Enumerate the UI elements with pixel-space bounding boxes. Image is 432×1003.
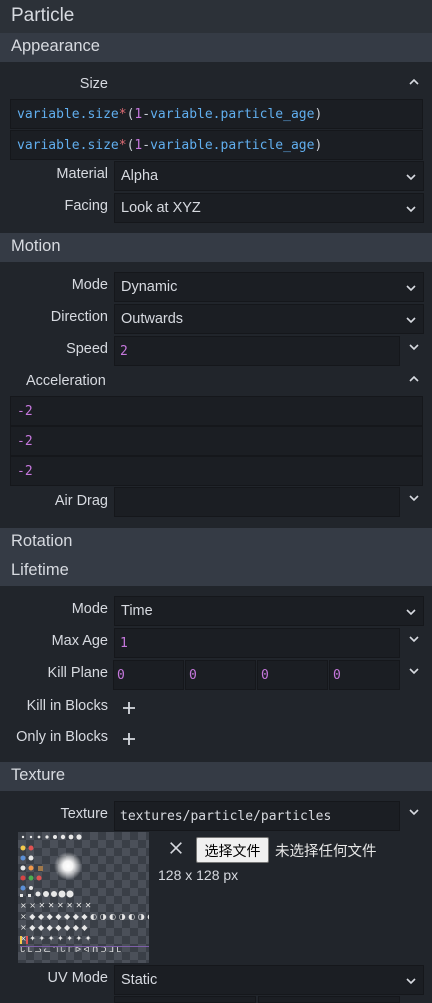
- motion-mode-select[interactable]: Dynamic: [114, 272, 424, 302]
- svg-text:× × ✕ ✕ ✕ ✕ ✕ ✕: × × ✕ ✕ ✕ ✕ ✕ ✕: [20, 901, 91, 910]
- svg-text:× ✦ ✦ ✦ ✦ ✦ ✦ ✦: × ✦ ✦ ✦ ✦ ✦ ✦ ✦: [20, 934, 92, 943]
- kill-plane-c-input[interactable]: 0: [257, 660, 328, 690]
- panel-title: Particle: [0, 0, 432, 33]
- size-y-input[interactable]: variable.size*(1-variable.particle_age): [10, 130, 423, 160]
- close-icon[interactable]: [168, 840, 186, 858]
- acceleration-z-value: -2: [17, 464, 33, 479]
- chevron-down-icon: [403, 973, 419, 989]
- section-appearance[interactable]: Appearance: [0, 33, 432, 62]
- uv-size-x-input[interactable]: [114, 996, 256, 1003]
- expr-token: variable.particle_age: [150, 107, 315, 122]
- only-in-blocks-label: Only in Blocks: [16, 729, 108, 745]
- uv-mode-label: UV Mode: [47, 970, 108, 986]
- chevron-down-icon[interactable]: [406, 631, 422, 647]
- facing-value: Look at XYZ: [121, 200, 201, 216]
- texture-preview[interactable]: × × ✕ ✕ ✕ ✕ ✕ ✕ × ◆ ◆ ◆ ◆ ◆ ◆ ◆ ◐ ◑ ◐ ◑ …: [18, 832, 149, 963]
- particle-atlas-image: × × ✕ ✕ ✕ ✕ ✕ ✕ × ◆ ◆ ◆ ◆ ◆ ◆ ◆ ◐ ◑ ◐ ◑ …: [20, 834, 149, 954]
- facing-select[interactable]: Look at XYZ: [114, 193, 424, 223]
- kill-plane-c-value: 0: [261, 668, 269, 683]
- expr-token: -: [142, 138, 151, 153]
- acceleration-x-value: -2: [17, 404, 33, 419]
- direction-label: Direction: [50, 309, 108, 325]
- no-file-text: 未选择任何文件: [275, 844, 377, 860]
- chevron-down-icon[interactable]: [406, 339, 422, 355]
- choose-file-button[interactable]: 选择文件: [196, 837, 269, 863]
- material-label: Material: [56, 166, 108, 182]
- texture-path-input[interactable]: textures/particle/particles: [114, 801, 400, 831]
- kill-plane-b-value: 0: [189, 668, 197, 683]
- expr-token: variable.size: [17, 138, 119, 153]
- kill-plane-label: Kill Plane: [47, 665, 108, 681]
- air-drag-label: Air Drag: [54, 493, 108, 509]
- kill-plane-a-value: 0: [117, 668, 125, 683]
- texture-path-value: textures/particle/particles: [120, 809, 332, 824]
- chevron-down-icon[interactable]: [406, 804, 422, 820]
- texture-label: Texture: [60, 806, 108, 822]
- chevron-up-icon[interactable]: [406, 371, 422, 387]
- uv-mode-value: Static: [121, 972, 158, 988]
- uv-mode-select[interactable]: Static: [114, 965, 424, 995]
- air-drag-input[interactable]: [114, 487, 400, 517]
- chevron-down-icon: [403, 312, 419, 328]
- material-select[interactable]: Alpha: [114, 161, 424, 191]
- lifetime-mode-select[interactable]: Time: [114, 596, 424, 626]
- expr-token: -: [142, 107, 151, 122]
- size-x-input[interactable]: variable.size*(1-variable.particle_age): [10, 99, 423, 129]
- acceleration-label: Acceleration: [26, 373, 106, 389]
- lifetime-mode-label: Mode: [71, 601, 108, 617]
- direction-select[interactable]: Outwards: [114, 304, 424, 334]
- motion-mode-label: Mode: [71, 277, 108, 293]
- plus-icon[interactable]: [122, 732, 136, 746]
- kill-in-blocks-label: Kill in Blocks: [26, 698, 108, 714]
- chevron-down-icon: [403, 604, 419, 620]
- texture-dimensions: 128 x 128 px: [158, 867, 239, 883]
- max-age-input[interactable]: 1: [114, 628, 400, 658]
- kill-plane-a-input[interactable]: 0: [113, 660, 184, 690]
- max-age-label: Max Age: [51, 633, 108, 649]
- plus-icon[interactable]: [122, 701, 136, 715]
- chevron-down-icon: [403, 280, 419, 296]
- section-rotation[interactable]: Rotation: [0, 528, 432, 557]
- svg-text:× ◆ ◆ ◆ ◆ ◆ ◆ ◆: × ◆ ◆ ◆ ◆ ◆ ◆ ◆: [20, 923, 88, 932]
- lifetime-mode-value: Time: [121, 603, 153, 619]
- facing-label: Facing: [64, 198, 108, 214]
- material-value: Alpha: [121, 168, 159, 184]
- uv-size-y-input[interactable]: [258, 996, 400, 1003]
- expr-token: ): [314, 138, 323, 153]
- expr-token: *: [118, 138, 127, 153]
- chevron-down-icon[interactable]: [406, 490, 422, 506]
- max-age-value: 1: [120, 636, 128, 651]
- acceleration-y-input[interactable]: -2: [10, 426, 423, 456]
- kill-plane-d-input[interactable]: 0: [329, 660, 400, 690]
- section-texture[interactable]: Texture: [0, 762, 432, 791]
- chevron-down-icon: [403, 201, 419, 217]
- section-lifetime[interactable]: Lifetime: [0, 557, 432, 586]
- chevron-up-icon[interactable]: [406, 74, 422, 90]
- size-label: Size: [79, 76, 108, 92]
- speed-value: 2: [120, 344, 128, 359]
- speed-label: Speed: [66, 341, 108, 357]
- kill-plane-b-input[interactable]: 0: [185, 660, 256, 690]
- expr-token: variable.size: [17, 107, 119, 122]
- chevron-down-icon[interactable]: [406, 663, 422, 679]
- acceleration-x-input[interactable]: -2: [10, 396, 423, 426]
- acceleration-z-input[interactable]: -2: [10, 456, 423, 486]
- speed-input[interactable]: 2: [114, 336, 400, 366]
- svg-text:× ◆ ◆ ◆ ◆ ◆ ◆ ◆ ◐ ◑ ◐ ◑ ◐ ◑ ◐: × ◆ ◆ ◆ ◆ ◆ ◆ ◆ ◐ ◑ ◐ ◑ ◐ ◑ ◐: [20, 912, 149, 921]
- kill-plane-d-value: 0: [333, 668, 341, 683]
- motion-mode-value: Dynamic: [121, 279, 178, 295]
- chevron-down-icon: [403, 169, 419, 185]
- direction-value: Outwards: [121, 311, 184, 327]
- expr-token: *: [118, 107, 127, 122]
- expr-token: ): [314, 107, 323, 122]
- acceleration-y-value: -2: [17, 434, 33, 449]
- expr-token: variable.particle_age: [150, 138, 315, 153]
- section-motion[interactable]: Motion: [0, 233, 432, 262]
